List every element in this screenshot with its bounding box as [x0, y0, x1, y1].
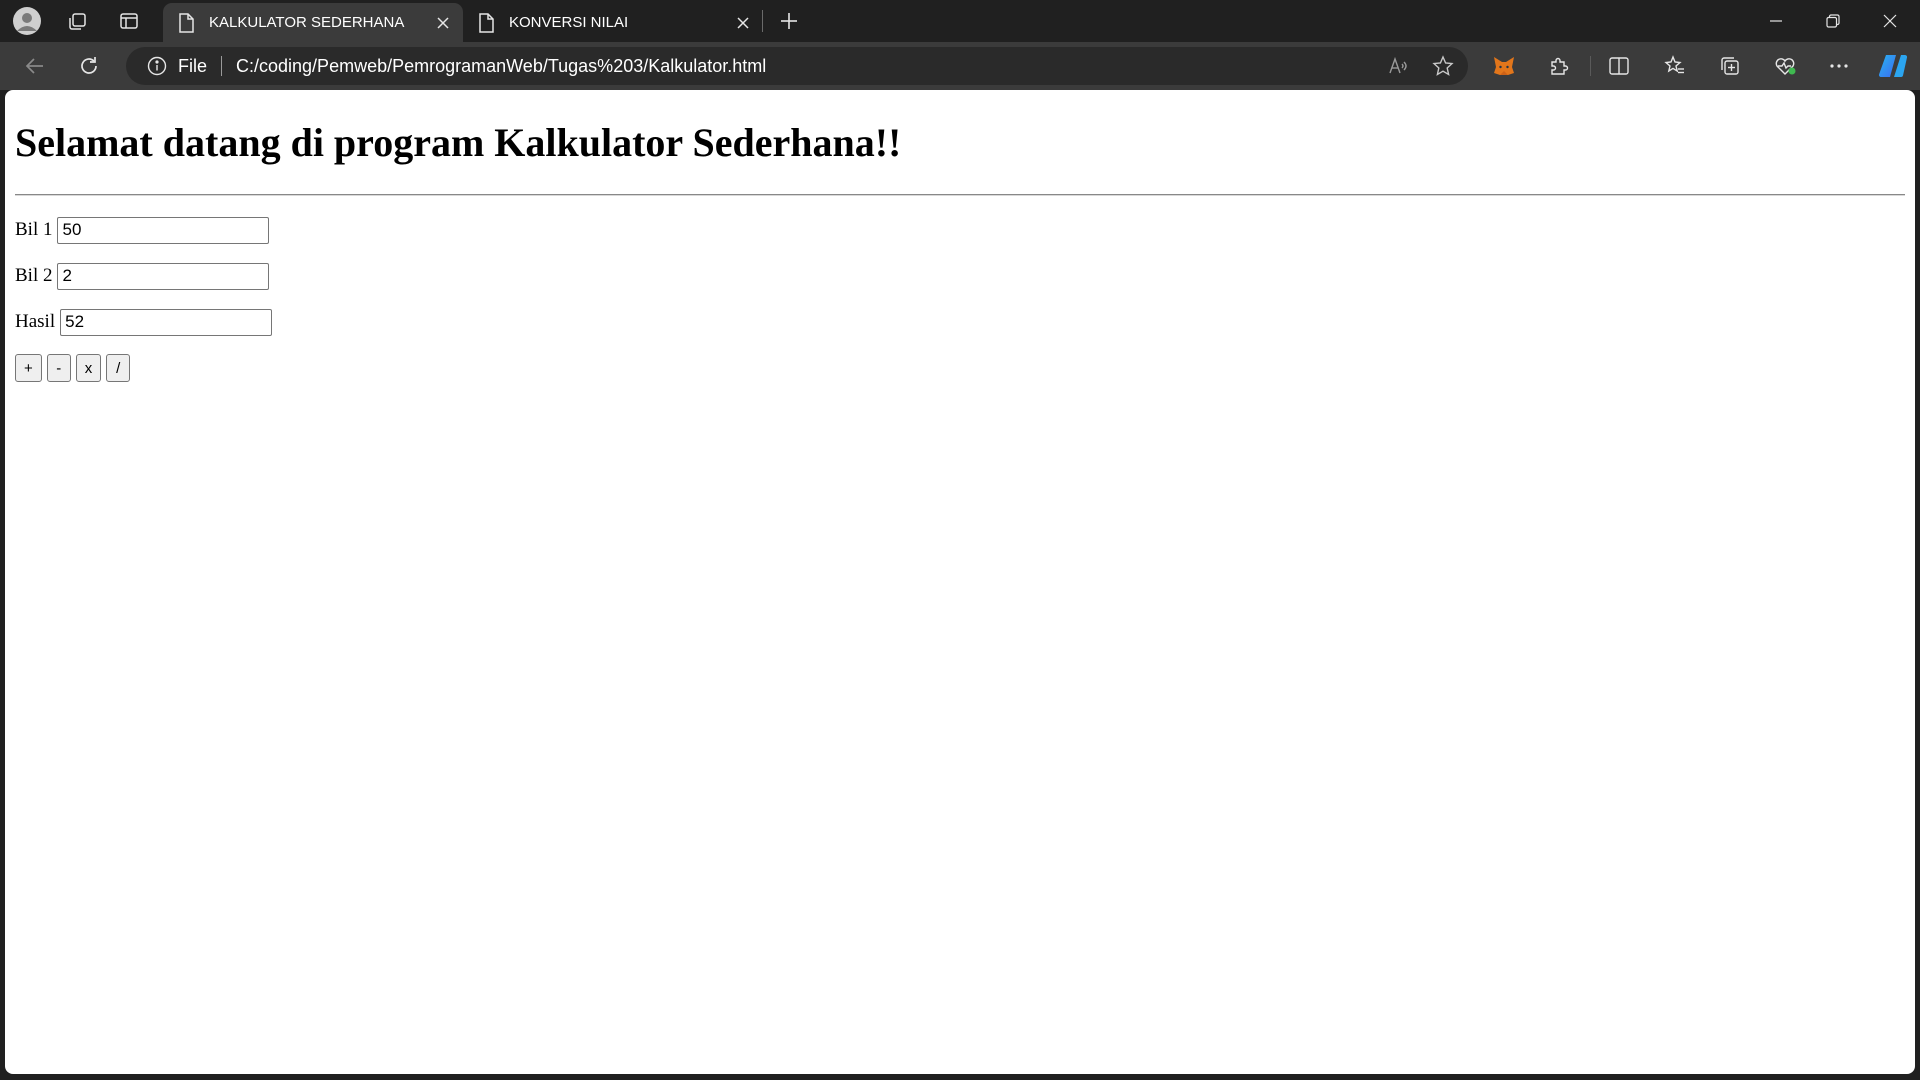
collections-button[interactable] — [1711, 48, 1749, 84]
tab-actions-button[interactable] — [108, 0, 150, 42]
subtract-button[interactable]: - — [46, 354, 71, 382]
new-tab-button[interactable] — [768, 0, 810, 42]
info-icon[interactable] — [146, 55, 168, 77]
hasil-label: Hasil — [15, 311, 56, 332]
refresh-button[interactable] — [70, 48, 108, 84]
tab-title: KONVERSI NILAI — [509, 14, 629, 31]
read-aloud-icon[interactable] — [1378, 47, 1418, 85]
minimize-button[interactable] — [1747, 0, 1804, 42]
favorite-star-icon[interactable] — [1418, 47, 1468, 85]
tab-kalkulator[interactable]: KALKULATOR SEDERHANA — [163, 3, 463, 42]
tab-strip: KALKULATOR SEDERHANA KONVERSI NILAI — [0, 0, 1920, 42]
bil2-row: Bil 2 — [15, 262, 1905, 290]
page-icon — [475, 12, 497, 34]
back-arrow-icon — [25, 58, 43, 74]
bil2-label: Bil 2 — [15, 265, 53, 286]
horizontal-rule — [15, 194, 1905, 196]
close-icon — [1883, 14, 1896, 28]
bil1-row: Bil 1 — [15, 216, 1905, 244]
split-screen-icon — [1609, 57, 1629, 75]
tab-separator — [762, 10, 763, 32]
bil1-label: Bil 1 — [15, 219, 53, 240]
close-tab-icon[interactable] — [429, 9, 457, 37]
divide-button[interactable]: / — [106, 354, 131, 382]
page-viewport: Selamat datang di program Kalkulator Sed… — [5, 90, 1915, 1074]
multiply-button[interactable]: x — [75, 354, 102, 382]
url-text[interactable]: C:/coding/Pemweb/PemrogramanWeb/Tugas%20… — [236, 56, 766, 77]
favorites-button[interactable] — [1656, 48, 1694, 84]
page-icon — [175, 12, 197, 34]
plus-icon — [781, 13, 797, 29]
split-screen-button[interactable] — [1600, 48, 1638, 84]
address-divider — [221, 56, 223, 76]
close-tab-icon[interactable] — [729, 9, 757, 37]
scheme-label: File — [178, 55, 208, 76]
workspaces-button[interactable] — [56, 0, 98, 42]
tab-konversi-nilai[interactable]: KONVERSI NILAI — [463, 3, 763, 42]
copilot-button[interactable] — [1874, 48, 1912, 84]
heart-pulse-icon — [1775, 58, 1796, 75]
metamask-extension-button[interactable] — [1485, 48, 1523, 84]
favorites-list-icon — [1664, 55, 1684, 74]
settings-more-button[interactable] — [1820, 48, 1858, 84]
toolbar-separator — [1590, 56, 1591, 76]
operator-buttons: + - x / — [15, 354, 1905, 382]
collections-icon — [1721, 57, 1739, 75]
add-button[interactable]: + — [15, 354, 42, 382]
workspaces-icon — [69, 13, 86, 30]
profile-avatar-icon — [13, 7, 41, 35]
copilot-icon — [1878, 54, 1908, 78]
fox-extension-icon — [1494, 57, 1514, 75]
puzzle-icon — [1551, 57, 1569, 75]
close-window-button[interactable] — [1861, 0, 1918, 42]
refresh-icon — [81, 57, 97, 74]
address-bar[interactable]: File C:/coding/Pemweb/PemrogramanWeb/Tug… — [126, 47, 1468, 85]
hasil-input[interactable] — [60, 308, 273, 336]
back-button[interactable] — [16, 48, 54, 84]
hasil-row: Hasil — [15, 308, 1905, 336]
bil2-input[interactable] — [57, 262, 270, 290]
more-dots-icon — [1830, 64, 1848, 68]
restore-icon — [1825, 14, 1840, 28]
tab-title: KALKULATOR SEDERHANA — [209, 14, 405, 31]
window-bottom-edge — [0, 1074, 1920, 1080]
browser-essentials-button[interactable] — [1766, 48, 1804, 84]
bil1-input[interactable] — [57, 216, 270, 244]
profile-button[interactable] — [6, 0, 48, 42]
page-body: Selamat datang di program Kalkulator Sed… — [5, 90, 1915, 392]
extensions-button[interactable] — [1540, 48, 1578, 84]
page-heading: Selamat datang di program Kalkulator Sed… — [15, 120, 902, 165]
minimize-icon — [1769, 20, 1782, 22]
browser-toolbar: File C:/coding/Pemweb/PemrogramanWeb/Tug… — [0, 42, 1920, 90]
restore-button[interactable] — [1804, 0, 1861, 42]
vertical-tabs-icon — [120, 13, 138, 29]
